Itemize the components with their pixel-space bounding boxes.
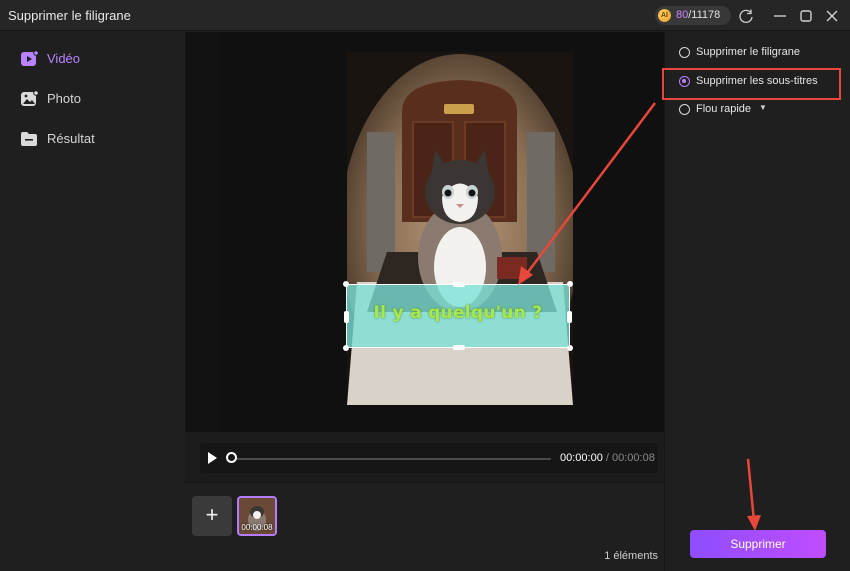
duration: 00:00:08 [612, 452, 655, 464]
video-preview: Il y a quelqu'un ? [185, 32, 664, 432]
video-frame [347, 52, 573, 405]
option-remove-watermark[interactable]: Supprimer le filigrane [679, 44, 844, 62]
radio-button[interactable] [679, 47, 690, 58]
window-title: Supprimer le filigrane [8, 8, 131, 23]
video-icon [20, 50, 39, 68]
subtitle-selection-box[interactable]: Il y a quelqu'un ? [343, 281, 573, 351]
scrub-track[interactable] [235, 458, 551, 460]
option-label: Flou rapide [696, 103, 752, 115]
minimize-icon[interactable] [770, 6, 790, 26]
sidebar-item-label: Photo [47, 91, 81, 106]
option-label: Supprimer les sous-titres [696, 75, 818, 87]
thumbnail-duration: 00:00:08 [241, 523, 273, 532]
sidebar-item-label: Résultat [47, 131, 95, 146]
sidebar-item-video[interactable]: Vidéo [20, 48, 170, 70]
credits-used: 80 [676, 9, 689, 21]
time-separator: / [602, 452, 612, 464]
refresh-icon[interactable] [736, 6, 756, 26]
scrub-handle[interactable] [226, 452, 237, 463]
video-canvas: Il y a quelqu'un ? [220, 32, 664, 432]
remove-button[interactable]: Supprimer [690, 530, 826, 558]
video-frame-image [347, 52, 573, 405]
sidebar-item-photo[interactable]: Photo [20, 88, 170, 110]
sidebar-item-label: Vidéo [47, 51, 81, 66]
option-label: Supprimer le filigrane [696, 46, 800, 58]
credits-badge[interactable]: AI 80/11178 [655, 6, 731, 25]
media-strip: + 00:00:08 1 éléments [185, 482, 664, 571]
sidebar-item-result[interactable]: Résultat [20, 128, 170, 150]
dropdown-caret-icon[interactable]: ▼ [759, 103, 767, 112]
close-icon[interactable] [822, 6, 842, 26]
maximize-icon[interactable] [796, 6, 816, 26]
credits-value: 80/11178 [676, 9, 720, 21]
item-count: 1 éléments [604, 550, 658, 562]
options-panel: Supprimer le filigrane Supprimer les sou… [662, 32, 850, 571]
current-time: 00:00:00 [560, 452, 603, 464]
media-thumbnail[interactable]: 00:00:08 [237, 496, 277, 536]
option-quick-blur[interactable]: Flou rapide ▼ [679, 101, 844, 119]
resize-handle-bottom-right[interactable] [567, 345, 573, 351]
player-bar: 00:00:00 / 00:00:08 [185, 432, 664, 482]
player-controls: 00:00:00 / 00:00:08 [200, 443, 658, 473]
radio-button-selected[interactable] [679, 76, 690, 87]
sidebar: Vidéo Photo Résultat [0, 32, 185, 571]
resize-handle-top-left[interactable] [343, 281, 349, 287]
folder-icon [20, 130, 39, 148]
resize-handle-left[interactable] [344, 311, 349, 323]
play-icon[interactable] [206, 451, 218, 465]
resize-handle-bottom[interactable] [453, 345, 465, 350]
resize-handle-right[interactable] [567, 311, 572, 323]
photo-icon [20, 90, 39, 108]
resize-handle-top[interactable] [453, 282, 465, 287]
ai-coin-icon: AI [658, 9, 671, 22]
detected-subtitle-text: Il y a quelqu'un ? [373, 303, 543, 323]
time-display: 00:00:00 / 00:00:08 [560, 452, 655, 464]
resize-handle-top-right[interactable] [567, 281, 573, 287]
radio-button[interactable] [679, 104, 690, 115]
resize-handle-bottom-left[interactable] [343, 345, 349, 351]
add-media-button[interactable]: + [192, 496, 232, 536]
credits-total: /11178 [688, 9, 721, 21]
title-bar: Supprimer le filigrane AI 80/11178 [0, 0, 850, 31]
option-remove-subtitles[interactable]: Supprimer les sous-titres [679, 73, 844, 91]
